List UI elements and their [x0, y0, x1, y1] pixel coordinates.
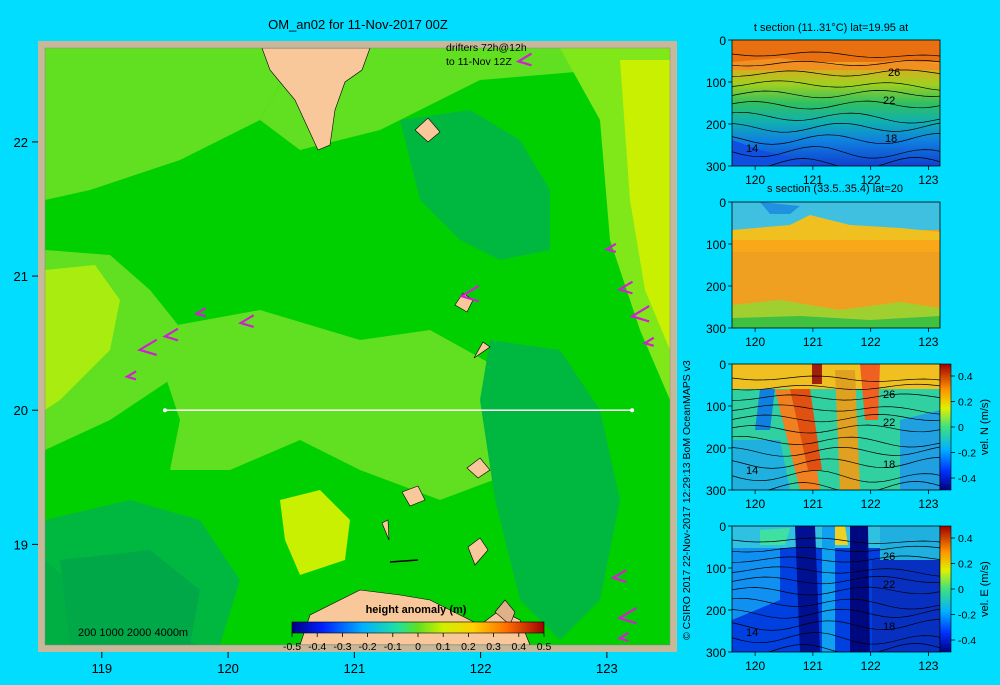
section-y-tick-label: 300 — [706, 160, 726, 174]
section-x-tick-label: 123 — [918, 173, 938, 187]
lon-tick-label: 123 — [596, 661, 618, 676]
lat-tick-label: 22 — [14, 135, 28, 150]
colorbar-tick-label: 0.4 — [511, 641, 526, 653]
section-x-tick-label: 123 — [918, 497, 938, 511]
velocity-colorbar-tick-label: -0.2 — [958, 448, 976, 460]
colorbar-tick-label: -0.2 — [359, 641, 377, 653]
map-latitude-ticks: 22 21 20 19 — [14, 135, 38, 552]
section-y-tick-label: 0 — [719, 196, 726, 210]
map-longitude-ticks: 119 120 121 122 123 — [91, 652, 618, 676]
lon-tick-label: 122 — [470, 661, 492, 676]
velocity-colorbar-tick-label: 0.2 — [958, 397, 973, 409]
height-anomaly-field — [45, 48, 670, 645]
section-y-tick-label: 100 — [706, 76, 726, 90]
colorbar-tick-label: -0.1 — [384, 641, 402, 653]
salinity-section-panel: s section (33.5..35.4) lat=20 120 121 122 1… — [706, 183, 941, 349]
vel-n-colorbar-label: vel. N (m/s) — [979, 399, 991, 455]
lat-tick-label: 20 — [14, 403, 28, 418]
section-y-tick-label: 200 — [706, 118, 726, 132]
section-x-tick-label: 120 — [745, 173, 765, 187]
temperature-section-panel: t section (11..31°C) lat=19.95 at 120 121… — [706, 22, 941, 187]
velocity-colorbar-tick-label: -0.4 — [958, 473, 976, 485]
section-y-tick-label: 100 — [706, 562, 726, 576]
colorbar-tick-label: -0.5 — [283, 641, 301, 653]
depth-legend: 200 1000 2000 4000m — [78, 627, 188, 639]
section-y-tick-label: 0 — [719, 520, 726, 534]
s-section-title: s section (33.5..35.4) lat=20 — [767, 183, 903, 195]
lon-tick-label: 120 — [217, 661, 239, 676]
colorbar-tick-label: -0.3 — [333, 641, 351, 653]
height-colorbar — [291, 621, 545, 634]
contour-label: 18 — [883, 621, 895, 633]
figure-svg: 119 120 121 122 123 22 21 20 19 OM_an02 for 11-… — [14, 17, 991, 676]
drifter-note-line2: to 11-Nov 12Z — [446, 56, 512, 68]
colorbar-label: height anomaly (m) — [366, 604, 467, 616]
vel-e-colorbar — [939, 525, 952, 653]
map-title: OM_an02 for 11-Nov-2017 00Z — [268, 17, 448, 32]
section-x-tick-label: 121 — [803, 659, 823, 673]
section-y-tick-label: 0 — [719, 34, 726, 48]
contour-label: 22 — [883, 95, 895, 107]
contour-label: 26 — [883, 551, 895, 563]
contour-label: 14 — [746, 465, 758, 477]
velocity-colorbar-tick-label: 0 — [958, 422, 964, 434]
credit-text: © CSIRO 2017 22-Nov-2017 12:29:13 BoM Oc… — [681, 360, 693, 640]
section-x-tick-label: 122 — [861, 659, 881, 673]
velocity-colorbar-tick-label: -0.4 — [958, 635, 976, 647]
colorbar-tick-label: 0.1 — [436, 641, 451, 653]
contour-label: 22 — [883, 417, 895, 429]
vel-n-colorbar-ticks: 0.4 0.2 0 -0.2 -0.4 — [951, 371, 976, 485]
colorbar-tick-label: 0.5 — [537, 641, 552, 653]
contour-label: 26 — [888, 67, 900, 79]
section-y-tick-label: 0 — [719, 358, 726, 372]
section-x-tick-label: 121 — [803, 335, 823, 349]
section-y-tick-label: 200 — [706, 280, 726, 294]
ocean-forecast-figure: 119 120 121 122 123 22 21 20 19 OM_an02 for 11-… — [0, 0, 1000, 680]
colorbar-tick-label: 0.3 — [486, 641, 501, 653]
vel-e-colorbar-ticks: 0.4 0.2 0 -0.2 -0.4 — [951, 533, 976, 647]
section-x-tick-label: 123 — [918, 659, 938, 673]
lon-tick-label: 119 — [91, 661, 112, 676]
contour-label: 18 — [883, 459, 895, 471]
t-section-title: t section (11..31°C) lat=19.95 at — [754, 22, 908, 34]
lat-tick-label: 21 — [14, 269, 28, 284]
section-x-tick-label: 120 — [745, 335, 765, 349]
section-y-tick-label: 200 — [706, 604, 726, 618]
map-panel: 119 120 121 122 123 22 21 20 19 OM_an02 for 11-… — [14, 17, 677, 676]
contour-label: 14 — [746, 143, 758, 155]
section-x-tick-label: 121 — [803, 497, 823, 511]
north-velocity-section-panel: 120 121 122 1230100200300 26 22 18 14 0.40.… — [706, 358, 991, 511]
east-velocity-section-panel: 120 121 122 1230100200300 26 22 18 14 0.40.… — [706, 520, 991, 673]
velocity-colorbar-tick-label: 0.4 — [958, 533, 973, 545]
section-y-tick-label: 100 — [706, 238, 726, 252]
section-x-tick-label: 120 — [745, 659, 765, 673]
section-x-tick-label: 123 — [918, 335, 938, 349]
colorbar-tick-label: -0.4 — [308, 641, 326, 653]
section-y-tick-label: 200 — [706, 442, 726, 456]
contour-label: 18 — [885, 133, 897, 145]
contour-label: 26 — [883, 389, 895, 401]
contour-label: 22 — [883, 579, 895, 591]
lon-tick-label: 121 — [343, 661, 365, 676]
vel-e-colorbar-label: vel. E (m/s) — [979, 561, 991, 617]
section-x-tick-label: 120 — [745, 497, 765, 511]
velocity-colorbar-tick-label: -0.2 — [958, 610, 976, 622]
contour-label: 14 — [746, 627, 758, 639]
drifter-note-line1: drifters 72h@12h — [446, 42, 527, 54]
section-y-tick-label: 300 — [706, 646, 726, 660]
section-endpoint — [630, 408, 635, 413]
section-y-tick-label: 300 — [706, 322, 726, 336]
vel-n-colorbar — [939, 363, 952, 491]
section-endpoint — [162, 408, 167, 413]
section-y-tick-label: 300 — [706, 484, 726, 498]
velocity-colorbar-tick-label: 0 — [958, 584, 964, 596]
colorbar-tick-label: 0.2 — [461, 641, 476, 653]
section-y-tick-label: 100 — [706, 400, 726, 414]
section-x-tick-label: 122 — [861, 335, 881, 349]
velocity-colorbar-tick-label: 0.2 — [958, 559, 973, 571]
velocity-colorbar-tick-label: 0.4 — [958, 371, 973, 383]
lat-tick-label: 19 — [14, 537, 28, 552]
section-x-tick-label: 122 — [861, 497, 881, 511]
colorbar-tick-label: 0 — [415, 641, 421, 653]
